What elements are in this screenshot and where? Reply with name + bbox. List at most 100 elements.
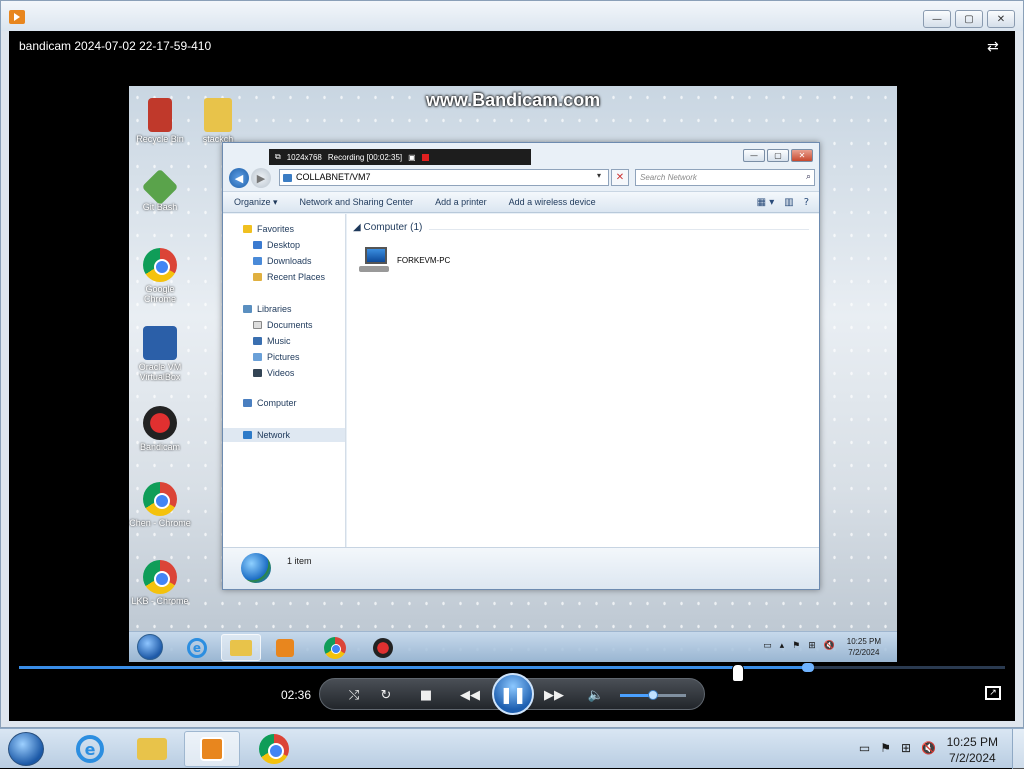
task-chrome[interactable] [246,731,302,767]
volume-muted-icon[interactable]: 🔇 [921,741,936,755]
action-center-flag-icon[interactable]: ⚑ [880,741,891,755]
chrome-icon [259,734,289,764]
player-titlebar[interactable]: — ▢ ✕ [1,1,1023,31]
explorer-minimize-button[interactable]: — [743,149,765,162]
desktop-icon-lkb-chrome: LKB - Chrome [129,560,191,606]
nav-computer[interactable]: Computer [223,396,345,410]
explorer-maximize-button[interactable]: ▢ [767,149,789,162]
task-windows-explorer[interactable] [124,731,180,767]
inner-clock-time: 10:25 PM [846,637,881,646]
minimize-button[interactable]: — [923,10,951,28]
nav-label: Downloads [267,256,312,266]
seek-bar[interactable] [19,663,1005,672]
switch-to-library-icon[interactable]: ↗ [985,686,1001,700]
volume-icon[interactable]: 🔈 [586,685,606,705]
keyboard-icon[interactable]: ▭ [763,641,772,651]
videos-icon [253,369,262,377]
inner-task-explorer[interactable] [221,634,261,661]
nav-recent-places[interactable]: Recent Places [223,270,345,284]
desktop-icon-google-chrome: Google Chrome [129,248,191,304]
recorder-bar: ⧉ 1024x768 Recording [00:02:35] ▣ [269,149,531,165]
folder-icon [137,738,167,760]
nav-downloads[interactable]: Downloads [223,254,345,268]
action-center-flag-icon[interactable]: ⚑ [792,641,800,651]
stop-button[interactable]: ■ [416,685,436,705]
inner-task-bandicam[interactable] [363,634,403,661]
video-frame[interactable]: www.Bandicam.com Recycle Bin stackch Git… [129,86,897,662]
desktop-icon-label: Chen - Chrome [129,518,191,528]
nav-documents[interactable]: Documents [223,318,345,332]
search-icon: ⌕ [805,172,811,182]
nav-label: Recent Places [267,272,326,282]
computer-icon [243,399,252,407]
show-desktop-button[interactable] [1012,729,1024,769]
keyboard-icon[interactable]: ▭ [859,741,870,755]
git-bash-icon [141,168,179,206]
pause-button[interactable]: ❚❚ [492,673,534,715]
repeat-icon[interactable]: ↻ [376,685,396,705]
add-wireless-device-button[interactable]: Add a wireless device [498,197,607,207]
hand-cursor-icon [732,664,744,682]
inner-task-media-player[interactable] [265,634,305,661]
switch-mode-icon[interactable]: ⇄ [987,39,1005,55]
collapse-icon: ◢ [353,222,364,233]
inner-start-button[interactable] [137,634,163,660]
network-computer-item[interactable]: FORKEVM-PC [359,244,450,276]
maximize-button[interactable]: ▢ [955,10,983,28]
close-button[interactable]: ✕ [987,10,1015,28]
clock[interactable]: 10:25 PM 7/2/2024 [947,734,998,766]
shuffle-icon[interactable]: ⤭ [344,685,364,705]
nav-libraries[interactable]: Libraries [223,302,345,316]
internet-explorer-icon: e [76,735,104,763]
view-options-icon[interactable]: ▦ ▾ [757,197,775,208]
nav-desktop[interactable]: Desktop [223,238,345,252]
organize-button[interactable]: Organize ▾ [223,197,289,208]
search-placeholder: Search Network [640,173,697,182]
volume-slider[interactable] [620,690,686,700]
seek-thumb[interactable] [801,663,814,672]
help-icon[interactable]: ? [804,197,809,208]
stop-icon[interactable]: ✕ [611,169,629,186]
volume-thumb[interactable] [648,690,658,700]
start-button[interactable] [8,732,44,766]
nav-pictures[interactable]: Pictures [223,350,345,364]
network-sharing-center-button[interactable]: Network and Sharing Center [289,197,425,207]
address-dropdown-icon[interactable]: ▾ [597,171,601,180]
nav-label: Network [257,430,291,440]
libraries-icon [243,305,252,313]
desktop-icon-recycle-bin: Recycle Bin [129,98,191,144]
search-input[interactable]: Search Network ⌕ [635,169,815,186]
preview-pane-icon[interactable]: ▥ [784,197,793,208]
network-computer-icon [359,247,389,273]
view-controls: ▦ ▾ ▥ ? [757,197,819,208]
nav-network[interactable]: Network [223,428,345,442]
back-button[interactable]: ◀ [229,168,249,188]
nav-videos[interactable]: Videos [223,366,345,380]
network-status-icon[interactable]: ⊞ [808,641,816,651]
show-hidden-icons-icon[interactable]: ▴ [780,641,785,651]
network-status-icon[interactable]: ⊞ [901,741,911,755]
volume-muted-icon[interactable]: 🔇 [824,641,835,651]
explorer-close-button[interactable]: ✕ [791,149,813,162]
inner-task-chrome[interactable] [315,634,355,661]
nav-favorites[interactable]: Favorites [223,222,345,236]
forward-button[interactable]: ▶ [251,168,271,188]
address-bar[interactable]: COLLABNET/VM7 [279,169,609,186]
downloads-icon [253,257,262,265]
bandicam-icon [143,406,177,440]
explorer-window-controls: — ▢ ✕ [743,149,813,162]
next-button[interactable]: ▶▶ [540,685,568,705]
nav-music[interactable]: Music [223,334,345,348]
recent-places-icon [253,273,262,281]
media-player-icon [200,737,224,761]
folder-icon [230,639,252,656]
previous-button[interactable]: ◀◀ [456,685,484,705]
playback-controls: ⤭ ↻ ■ ◀◀ ❚❚ ▶▶ 🔈 [319,673,705,715]
desktop-icon-bandicam: Bandicam [129,406,191,452]
inner-task-ie[interactable]: e [177,634,217,661]
task-media-player[interactable] [184,731,240,767]
inner-clock[interactable]: 10:25 PM 7/2/2024 [847,636,881,658]
task-internet-explorer[interactable]: e [62,731,118,767]
group-header[interactable]: ◢ Computer (1) [353,222,422,233]
add-printer-button[interactable]: Add a printer [424,197,498,207]
